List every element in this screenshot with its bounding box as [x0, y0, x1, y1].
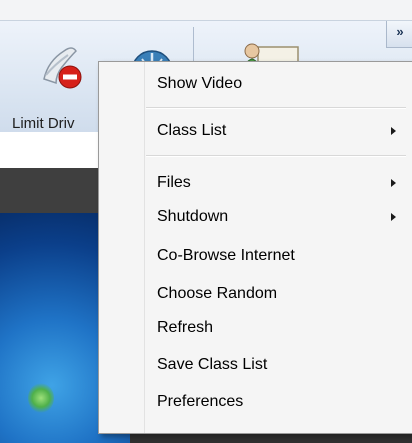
- submenu-arrow-icon: [391, 127, 396, 135]
- desktop-logo-glow: [28, 383, 54, 413]
- submenu-arrow-icon: [391, 179, 396, 187]
- menu-item-preferences[interactable]: Preferences: [101, 387, 408, 417]
- menu-item-label: Choose Random: [157, 285, 278, 302]
- menu-item-files[interactable]: Files: [101, 168, 408, 198]
- menu-item-label: Show Video: [157, 75, 243, 92]
- menu-item-save-class-list[interactable]: Save Class List: [101, 350, 408, 380]
- context-menu: Show Video Class List Files Shutdown Co-…: [98, 61, 412, 434]
- toolbar-overflow-button[interactable]: »: [386, 21, 412, 48]
- limit-drives-icon[interactable]: [34, 35, 94, 95]
- menu-separator: [146, 107, 406, 109]
- limit-drives-label[interactable]: Limit Driv: [12, 115, 75, 132]
- menu-item-label: Class List: [157, 122, 227, 139]
- menu-item-refresh[interactable]: Refresh: [101, 313, 408, 343]
- menu-item-label: Refresh: [157, 319, 214, 336]
- menu-item-shutdown[interactable]: Shutdown: [101, 202, 408, 232]
- menu-item-label: Co-Browse Internet: [157, 247, 295, 264]
- submenu-arrow-icon: [391, 213, 396, 221]
- menu-item-choose-random[interactable]: Choose Random: [101, 279, 408, 309]
- window-top-strip: [0, 0, 412, 20]
- menu-item-label: Files: [157, 174, 191, 191]
- menu-item-label: Save Class List: [157, 356, 268, 373]
- menu-item-label: Preferences: [157, 393, 244, 410]
- menu-item-label: Shutdown: [157, 208, 229, 225]
- menu-item-class-list[interactable]: Class List: [101, 116, 408, 146]
- menu-separator: [146, 155, 406, 157]
- menu-item-show-video[interactable]: Show Video: [101, 69, 408, 99]
- menu-item-co-browse-internet[interactable]: Co-Browse Internet: [101, 241, 408, 271]
